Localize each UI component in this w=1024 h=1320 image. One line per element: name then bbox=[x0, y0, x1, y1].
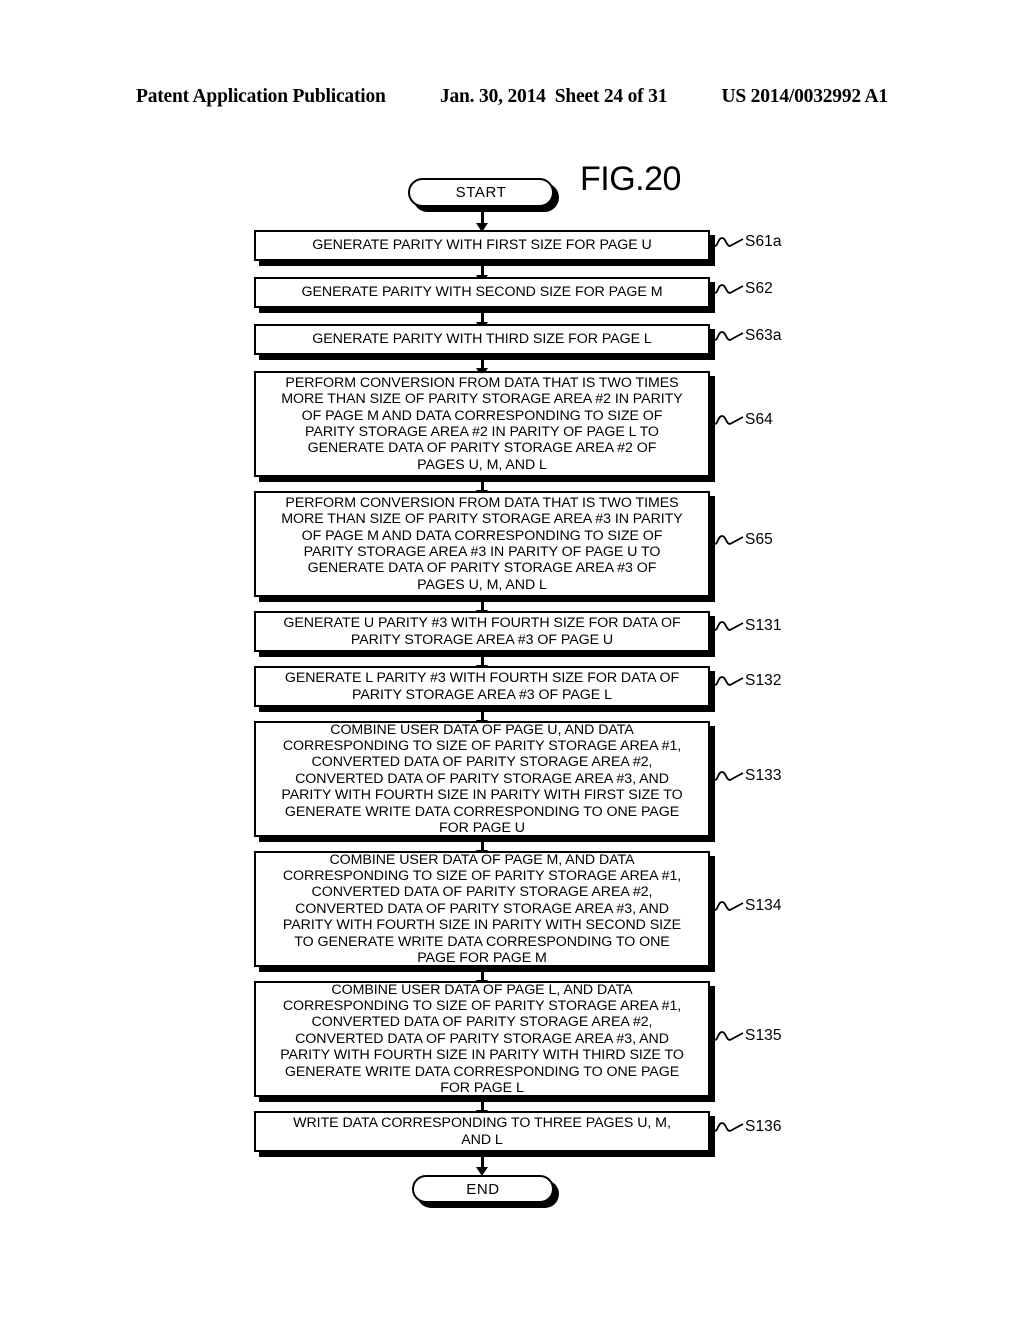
step-callout-s63a: S63a bbox=[714, 327, 782, 345]
step-text: GENERATE PARITY WITH SECOND SIZE FOR PAG… bbox=[301, 284, 663, 301]
leader-squiggle-icon bbox=[714, 1122, 744, 1132]
step-callout-s64: S64 bbox=[714, 411, 773, 429]
leader-squiggle-icon bbox=[714, 676, 744, 686]
step-callout-s61a: S61a bbox=[714, 233, 782, 251]
step-box-s64: PERFORM CONVERSION FROM DATA THAT IS TWO… bbox=[254, 371, 710, 477]
leader-squiggle-icon bbox=[714, 237, 744, 247]
step-text: COMBINE USER DATA OF PAGE M, AND DATA CO… bbox=[282, 851, 682, 967]
leader-squiggle-icon bbox=[714, 901, 744, 911]
connector-arrow bbox=[476, 1157, 488, 1176]
step-box-s136: WRITE DATA CORRESPONDING TO THREE PAGES … bbox=[254, 1111, 710, 1152]
step-callout-s65: S65 bbox=[714, 531, 773, 549]
step-id: S132 bbox=[745, 672, 782, 689]
step-callout-s132: S132 bbox=[714, 672, 782, 690]
step-text: COMBINE USER DATA OF PAGE L, AND DATA CO… bbox=[280, 981, 684, 1097]
step-text: GENERATE PARITY WITH THIRD SIZE FOR PAGE… bbox=[312, 331, 652, 348]
leader-squiggle-icon bbox=[714, 535, 744, 545]
step-text: GENERATE PARITY WITH FIRST SIZE FOR PAGE… bbox=[312, 237, 652, 254]
leader-squiggle-icon bbox=[714, 1031, 744, 1041]
step-box-s131: GENERATE U PARITY #3 WITH FOURTH SIZE FO… bbox=[254, 611, 710, 652]
leader-squiggle-icon bbox=[714, 331, 744, 341]
step-callout-s135: S135 bbox=[714, 1027, 782, 1045]
step-text: COMBINE USER DATA OF PAGE U, AND DATA CO… bbox=[281, 721, 683, 837]
leader-squiggle-icon bbox=[714, 284, 744, 294]
step-text: PERFORM CONVERSION FROM DATA THAT IS TWO… bbox=[281, 374, 683, 473]
connector-arrow bbox=[476, 212, 488, 232]
leader-squiggle-icon bbox=[714, 771, 744, 781]
step-callout-s131: S131 bbox=[714, 617, 782, 635]
step-box-s63a: GENERATE PARITY WITH THIRD SIZE FOR PAGE… bbox=[254, 324, 710, 355]
leader-squiggle-icon bbox=[714, 415, 744, 425]
step-id: S136 bbox=[745, 1118, 782, 1135]
step-text: PERFORM CONVERSION FROM DATA THAT IS TWO… bbox=[281, 494, 683, 593]
step-box-s61a: GENERATE PARITY WITH FIRST SIZE FOR PAGE… bbox=[254, 230, 710, 261]
step-box-s134: COMBINE USER DATA OF PAGE M, AND DATA CO… bbox=[254, 851, 710, 967]
step-id: S63a bbox=[745, 327, 782, 344]
step-callout-s62: S62 bbox=[714, 280, 773, 298]
step-box-s135: COMBINE USER DATA OF PAGE L, AND DATA CO… bbox=[254, 981, 710, 1097]
end-label: END bbox=[466, 1180, 500, 1198]
step-id: S133 bbox=[745, 767, 782, 784]
start-label: START bbox=[455, 184, 507, 201]
step-text: GENERATE U PARITY #3 WITH FOURTH SIZE FO… bbox=[283, 615, 681, 648]
step-id: S134 bbox=[745, 897, 782, 914]
step-box-s65: PERFORM CONVERSION FROM DATA THAT IS TWO… bbox=[254, 491, 710, 597]
step-text: GENERATE L PARITY #3 WITH FOURTH SIZE FO… bbox=[284, 670, 680, 703]
step-id: S62 bbox=[745, 280, 773, 297]
leader-squiggle-icon bbox=[714, 621, 744, 631]
step-id: S64 bbox=[745, 411, 773, 428]
step-id: S135 bbox=[745, 1027, 782, 1044]
step-callout-s136: S136 bbox=[714, 1118, 782, 1136]
step-id: S65 bbox=[745, 531, 773, 548]
step-text: WRITE DATA CORRESPONDING TO THREE PAGES … bbox=[293, 1115, 671, 1148]
step-box-s62: GENERATE PARITY WITH SECOND SIZE FOR PAG… bbox=[254, 277, 710, 308]
step-box-s132: GENERATE L PARITY #3 WITH FOURTH SIZE FO… bbox=[254, 666, 710, 707]
step-box-s133: COMBINE USER DATA OF PAGE U, AND DATA CO… bbox=[254, 721, 710, 837]
step-id: S131 bbox=[745, 617, 782, 634]
end-terminator: END bbox=[412, 1175, 554, 1203]
step-callout-s134: S134 bbox=[714, 897, 782, 915]
start-terminator: START bbox=[408, 178, 554, 207]
flowchart: START GENERATE PARITY WITH FIRST SIZE FO… bbox=[0, 0, 1024, 1320]
step-id: S61a bbox=[745, 233, 782, 250]
step-callout-s133: S133 bbox=[714, 767, 782, 785]
